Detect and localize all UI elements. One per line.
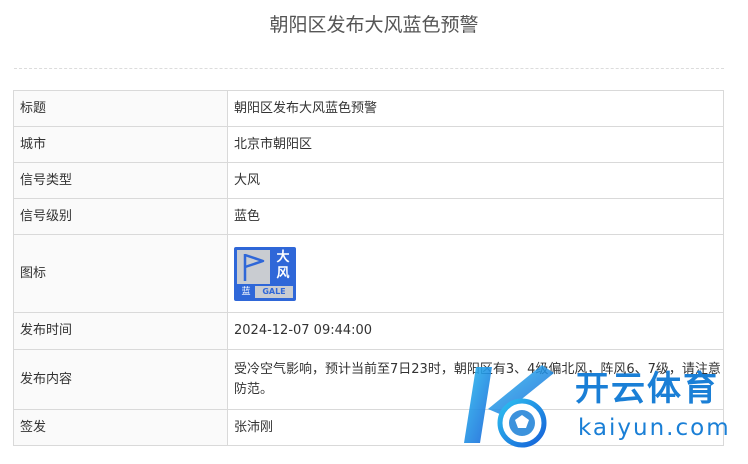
table-row-signal-level: 信号级别 蓝色 bbox=[13, 198, 724, 235]
watermark: 开云体育 kaiyun.com bbox=[458, 355, 748, 464]
row-value-signal-level: 蓝色 bbox=[227, 198, 724, 235]
icon-english-label: GALE bbox=[255, 285, 293, 298]
table-row-title: 标题 朝阳区发布大风蓝色预警 bbox=[13, 90, 724, 127]
row-value-city: 北京市朝阳区 bbox=[227, 126, 724, 163]
row-label-signal-level: 信号级别 bbox=[13, 198, 228, 235]
row-value-title: 朝阳区发布大风蓝色预警 bbox=[227, 90, 724, 127]
row-value-icon: 大 风 蓝 GALE bbox=[227, 234, 724, 313]
icon-char-2: 风 bbox=[276, 265, 290, 281]
icon-level-char: 蓝 bbox=[241, 286, 251, 297]
table-row-publish-time: 发布时间 2024-12-07 09:44:00 bbox=[13, 312, 724, 350]
table-row-city: 城市 北京市朝阳区 bbox=[13, 126, 724, 163]
row-value-signal-type: 大风 bbox=[227, 162, 724, 199]
row-label-title: 标题 bbox=[13, 90, 228, 127]
table-row-signal-type: 信号类型 大风 bbox=[13, 162, 724, 199]
row-label-icon: 图标 bbox=[13, 234, 228, 313]
page-title: 朝阳区发布大风蓝色预警 bbox=[269, 14, 479, 36]
icon-char-1: 大 bbox=[276, 249, 290, 265]
watermark-cn-text: 开云体育 bbox=[575, 369, 719, 409]
row-label-city: 城市 bbox=[13, 126, 228, 163]
table-row-icon: 图标 大 风 蓝 GALE bbox=[13, 234, 724, 313]
row-label-publish-time: 发布时间 bbox=[13, 312, 228, 350]
row-value-publish-time: 2024-12-07 09:44:00 bbox=[227, 312, 724, 350]
row-label-signer: 签发 bbox=[13, 409, 228, 446]
kaiyun-logo-icon bbox=[464, 365, 554, 448]
flag-icon bbox=[243, 253, 265, 281]
title-divider bbox=[14, 68, 724, 69]
row-label-signal-type: 信号类型 bbox=[13, 162, 228, 199]
row-label-content: 发布内容 bbox=[13, 349, 228, 410]
watermark-en-text: kaiyun.com bbox=[578, 415, 731, 441]
gale-blue-warning-icon: 大 风 蓝 GALE bbox=[234, 246, 296, 301]
